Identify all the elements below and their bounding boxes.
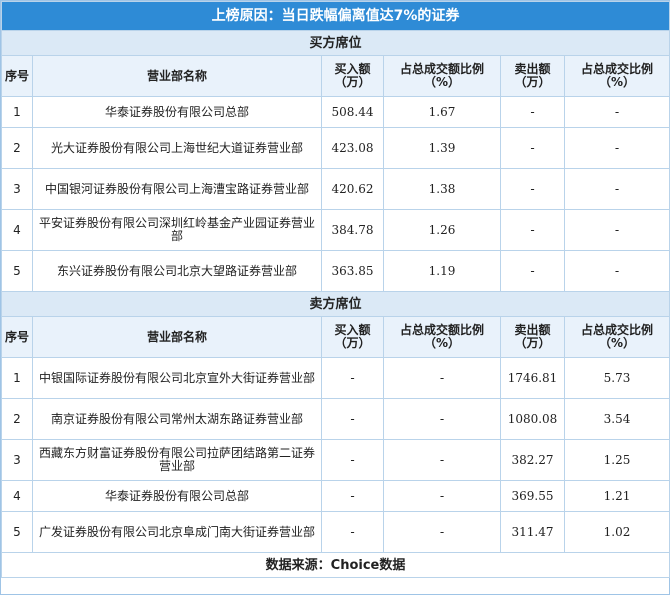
row-no: 3 [1,168,33,210]
row-sell: - [500,250,565,292]
row-name: 平安证券股份有限公司深圳红岭基金产业园证券营业部 [32,209,322,251]
row-buy-pct: - [383,480,501,512]
row-sell-pct: - [563,209,670,251]
row-no: 5 [1,250,33,292]
row-no: 2 [1,398,33,440]
table-row: 2 光大证券股份有限公司上海世纪大道证券营业部 423.08 1.39 - - [1,127,670,169]
row-sell: 1080.08 [500,398,565,440]
row-no: 1 [1,96,33,128]
lhb-table-container: 上榜原因：当日跌幅偏离值达7%的证券 买方席位 序号 营业部名称 买入额（万） … [0,0,670,595]
table-row: 5 广发证券股份有限公司北京阜成门南大街证券营业部 - - 311.47 1.0… [1,511,670,553]
buy-section-label: 买方席位 [0,30,670,56]
row-sell-pct: 1.02 [563,511,670,553]
table-row: 3 西藏东方财富证券股份有限公司拉萨团结路第二证券营业部 - - 382.27 … [1,439,670,481]
row-no: 5 [1,511,33,553]
row-sell: 382.27 [500,439,565,481]
table-row: 2 南京证券股份有限公司常州太湖东路证券营业部 - - 1080.08 3.54 [1,398,670,440]
row-name: 光大证券股份有限公司上海世纪大道证券营业部 [32,127,322,169]
header-no: 序号 [1,316,33,358]
data-source: 数据来源：Choice数据 [0,552,670,578]
row-buy: 508.44 [321,96,384,128]
header-sell: 卖出额（万） [500,316,565,358]
row-sell-pct: - [563,127,670,169]
row-buy: 363.85 [321,250,384,292]
row-buy: - [321,398,384,440]
row-no: 4 [1,209,33,251]
row-sell-pct: 5.73 [563,357,670,399]
row-buy: - [321,439,384,481]
footer-row: 数据来源：Choice数据 [0,552,670,578]
row-buy-pct: 1.67 [383,96,501,128]
row-buy-pct: 1.26 [383,209,501,251]
table-row: 4 平安证券股份有限公司深圳红岭基金产业园证券营业部 384.78 1.26 -… [1,209,670,251]
sell-section-row: 卖方席位 [0,291,670,317]
row-buy-pct: - [383,357,501,399]
row-buy-pct: 1.39 [383,127,501,169]
row-sell: - [500,168,565,210]
row-name: 华泰证券股份有限公司总部 [32,480,322,512]
row-sell-pct: 1.25 [563,439,670,481]
table-row: 1 中银国际证券股份有限公司北京宣外大街证券营业部 - - 1746.81 5.… [1,357,670,399]
row-sell: 369.55 [500,480,565,512]
row-buy: - [321,357,384,399]
row-sell: - [500,209,565,251]
row-sell: - [500,96,565,128]
row-buy: - [321,511,384,553]
row-buy: 423.08 [321,127,384,169]
row-name: 东兴证券股份有限公司北京大望路证券营业部 [32,250,322,292]
row-no: 1 [1,357,33,399]
title-row: 上榜原因：当日跌幅偏离值达7%的证券 [0,1,670,31]
row-name: 南京证券股份有限公司常州太湖东路证券营业部 [32,398,322,440]
row-buy-pct: - [383,511,501,553]
header-name: 营业部名称 [32,316,322,358]
table-row: 5 东兴证券股份有限公司北京大望路证券营业部 363.85 1.19 - - [1,250,670,292]
row-buy: - [321,480,384,512]
header-sell-pct: 占总成交比例（%） [563,316,670,358]
row-buy-pct: 1.19 [383,250,501,292]
lhb-table: 上榜原因：当日跌幅偏离值达7%的证券 买方席位 序号 营业部名称 买入额（万） … [0,1,670,578]
buy-header-row: 序号 营业部名称 买入额（万） 占总成交额比例（%） 卖出额（万） 占总成交比例… [1,55,670,97]
row-no: 3 [1,439,33,481]
row-name: 西藏东方财富证券股份有限公司拉萨团结路第二证券营业部 [32,439,322,481]
table-row: 3 中国银河证券股份有限公司上海漕宝路证券营业部 420.62 1.38 - - [1,168,670,210]
row-sell: 1746.81 [500,357,565,399]
row-sell-pct: 1.21 [563,480,670,512]
header-sell-pct: 占总成交比例（%） [563,55,670,97]
row-name: 中国银河证券股份有限公司上海漕宝路证券营业部 [32,168,322,210]
header-buy: 买入额（万） [321,316,384,358]
row-sell-pct: - [563,168,670,210]
header-buy-pct: 占总成交额比例（%） [383,316,501,358]
row-buy: 420.62 [321,168,384,210]
row-sell-pct: - [563,96,670,128]
row-buy-pct: 1.38 [383,168,501,210]
header-buy: 买入额（万） [321,55,384,97]
header-sell: 卖出额（万） [500,55,565,97]
header-name: 营业部名称 [32,55,322,97]
row-buy: 384.78 [321,209,384,251]
table-title: 上榜原因：当日跌幅偏离值达7%的证券 [0,1,670,31]
row-name: 广发证券股份有限公司北京阜成门南大街证券营业部 [32,511,322,553]
table-row: 1 华泰证券股份有限公司总部 508.44 1.67 - - [1,96,670,128]
row-sell-pct: - [563,250,670,292]
row-buy-pct: - [383,398,501,440]
row-sell: 311.47 [500,511,565,553]
buy-section-row: 买方席位 [0,30,670,56]
row-sell: - [500,127,565,169]
table-row: 4 华泰证券股份有限公司总部 - - 369.55 1.21 [1,480,670,512]
row-name: 华泰证券股份有限公司总部 [32,96,322,128]
row-name: 中银国际证券股份有限公司北京宣外大街证券营业部 [32,357,322,399]
row-no: 4 [1,480,33,512]
header-buy-pct: 占总成交额比例（%） [383,55,501,97]
row-buy-pct: - [383,439,501,481]
header-no: 序号 [1,55,33,97]
row-sell-pct: 3.54 [563,398,670,440]
row-no: 2 [1,127,33,169]
sell-section-label: 卖方席位 [0,291,670,317]
sell-header-row: 序号 营业部名称 买入额（万） 占总成交额比例（%） 卖出额（万） 占总成交比例… [1,316,670,358]
